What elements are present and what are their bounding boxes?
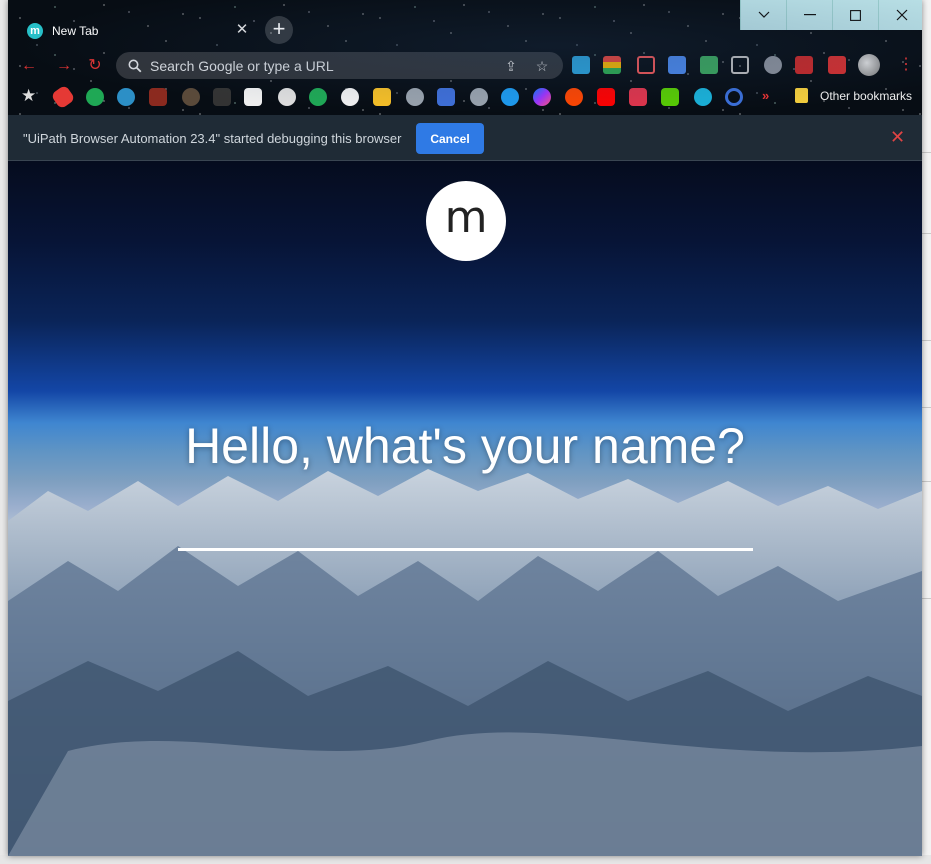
minimize-icon (803, 14, 816, 16)
tab-title: New Tab (52, 24, 99, 38)
bookmark-icon[interactable] (629, 88, 647, 106)
infobar-close-icon[interactable]: ✕ (890, 128, 905, 146)
share-icon[interactable]: ⇪ (501, 56, 521, 76)
tab-new-tab[interactable]: m New Tab ✕ (22, 13, 262, 49)
extension-icon[interactable] (828, 56, 846, 74)
globe-bookmark-icon[interactable] (406, 88, 424, 106)
greeting-heading: Hello, what's your name? (185, 418, 745, 474)
browser-window: m New Tab ✕ + ← → ↻ ⇪ ☆ (8, 0, 922, 856)
reddit-bookmark-icon[interactable] (565, 88, 583, 106)
bookmark-icon[interactable] (149, 88, 167, 106)
extension-icon[interactable] (700, 56, 718, 74)
tab-search-icon (758, 11, 769, 18)
browser-chrome: m New Tab ✕ + ← → ↻ ⇪ ☆ (8, 0, 922, 115)
profile-avatar[interactable] (858, 54, 880, 76)
puzzle-extensions-icon[interactable] (795, 56, 813, 74)
bookmark-icon[interactable] (244, 88, 262, 106)
reload-button[interactable]: ↻ (82, 53, 108, 79)
bookmark-icon[interactable] (182, 88, 200, 106)
bookmark-icon[interactable] (50, 84, 76, 110)
other-bookmarks-folder[interactable]: Other bookmarks (795, 88, 912, 103)
youtube-bookmark-icon[interactable] (597, 88, 615, 106)
momentum-logo: m (426, 181, 506, 261)
extension-icon[interactable] (637, 56, 655, 74)
forward-button[interactable]: → (51, 53, 77, 79)
bookmarks-star-icon: ★ (21, 86, 37, 105)
close-icon (896, 9, 907, 21)
messenger-bookmark-icon[interactable] (533, 88, 551, 106)
bookmark-icon[interactable] (278, 88, 296, 106)
calendar-bookmark-icon[interactable] (437, 88, 455, 106)
search-icon (128, 59, 142, 72)
other-bookmarks-label: Other bookmarks (820, 88, 913, 103)
new-tab-button[interactable]: + (265, 16, 293, 44)
menu-dots-icon[interactable]: ⋮ (898, 53, 914, 77)
tab-close-icon[interactable]: ✕ (234, 22, 250, 38)
name-input[interactable] (178, 481, 753, 551)
extension-icon[interactable] (603, 56, 621, 74)
extension-icon[interactable] (572, 56, 590, 74)
translate-extension-icon[interactable] (668, 56, 686, 74)
debugging-infobar: "UiPath Browser Automation 23.4" started… (8, 115, 922, 161)
bookmark-icon[interactable] (213, 88, 231, 106)
close-window-button[interactable] (878, 0, 922, 30)
twitter-bookmark-icon[interactable] (501, 88, 519, 106)
new-tab-page: m Hello, what's your name? (8, 161, 922, 856)
cancel-debugging-button[interactable]: Cancel (416, 123, 484, 154)
bookmark-icon[interactable] (694, 88, 712, 106)
keep-bookmark-icon[interactable] (373, 88, 391, 106)
ublock-extension-icon[interactable] (764, 56, 782, 74)
globe-bookmark-icon[interactable] (470, 88, 488, 106)
bookmark-icon[interactable] (725, 88, 743, 106)
minimize-button[interactable] (786, 0, 832, 30)
logo-letter: m (444, 192, 488, 243)
duolingo-bookmark-icon[interactable] (661, 88, 679, 106)
bookmarks-overflow-icon[interactable]: » (762, 88, 769, 103)
maximize-icon (850, 9, 861, 21)
back-button[interactable]: ← (16, 53, 42, 79)
bookmark-extension-icon[interactable] (731, 56, 749, 74)
momentum-favicon-icon: m (27, 23, 43, 39)
folder-icon (795, 88, 808, 103)
tab-search-button[interactable] (740, 0, 786, 30)
background-window-bottom-edge (0, 855, 931, 864)
evernote-bookmark-icon[interactable] (86, 88, 104, 106)
bookmark-icon[interactable] (341, 88, 359, 106)
evernote-bookmark-icon[interactable] (309, 88, 327, 106)
omnibox-input[interactable] (150, 57, 490, 74)
bookmark-star-icon[interactable]: ☆ (532, 56, 552, 76)
background-window-left-edge (0, 0, 8, 864)
background-window-right-edge (922, 0, 931, 864)
wordpress-bookmark-icon[interactable] (117, 88, 135, 106)
infobar-message: "UiPath Browser Automation 23.4" started… (23, 131, 402, 146)
omnibox[interactable]: ⇪ ☆ (116, 52, 563, 79)
maximize-button[interactable] (832, 0, 878, 30)
